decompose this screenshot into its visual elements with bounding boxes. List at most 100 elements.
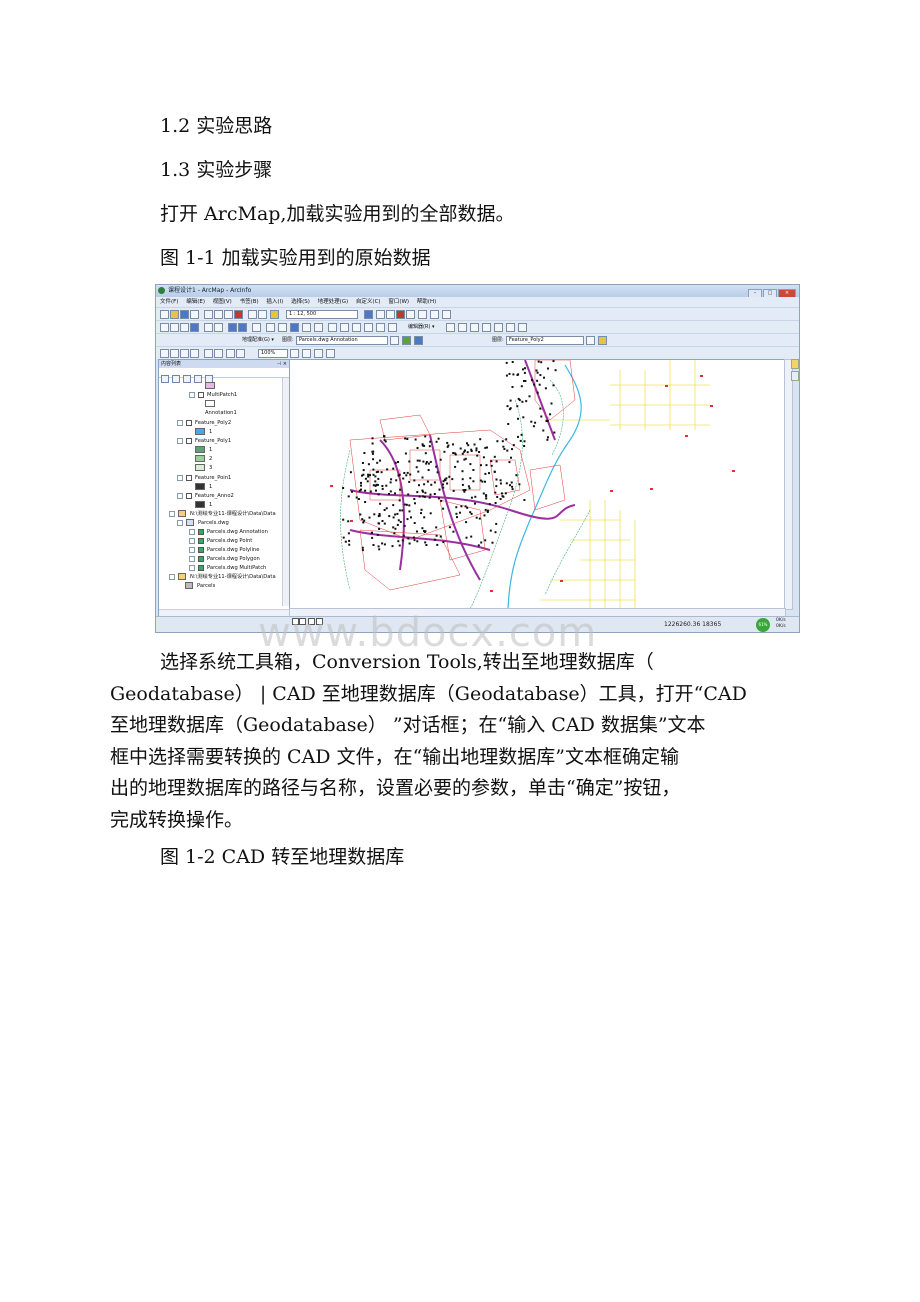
zoom-in-icon[interactable] xyxy=(160,323,169,332)
toc-layer-row[interactable]: Parcels.dwg Annotation xyxy=(189,528,268,537)
collapse-icon[interactable] xyxy=(177,419,183,426)
visibility-checkbox[interactable] xyxy=(198,546,204,553)
visibility-checkbox[interactable] xyxy=(198,528,204,535)
menu-file[interactable]: 文件(F) xyxy=(160,299,178,305)
visibility-checkbox[interactable] xyxy=(186,419,192,426)
toc-layer-row[interactable]: Parcels.dwg Polyline xyxy=(189,546,259,555)
toc-dwg-row[interactable]: Parcels.dwg xyxy=(177,519,229,528)
open-icon[interactable] xyxy=(170,310,179,319)
toc-layer-row[interactable]: Feature_Poly2 xyxy=(177,419,231,428)
model-builder-icon[interactable] xyxy=(430,310,439,319)
toc-folder-row[interactable]: N:\测绘专业11-课程设计\Data\Data xyxy=(169,510,276,519)
scale-input[interactable]: 1 : 12, 500 xyxy=(286,310,358,319)
go-forward-extent-icon[interactable] xyxy=(236,349,245,358)
toc-pin-icon[interactable]: ⊣ xyxy=(277,360,281,368)
visibility-checkbox[interactable] xyxy=(198,555,204,562)
pan-icon[interactable] xyxy=(180,323,189,332)
collapse-icon[interactable] xyxy=(177,492,183,499)
catalog-side-tab[interactable] xyxy=(791,359,799,381)
editor-layer-select[interactable]: Feature_Poly2 xyxy=(506,336,584,345)
redo-icon[interactable] xyxy=(258,310,267,319)
toc-layer-row[interactable]: Feature_Poly1 xyxy=(177,437,231,446)
find-icon[interactable] xyxy=(340,323,349,332)
fixed-zoom-layout-icon[interactable] xyxy=(214,349,223,358)
measure-icon[interactable] xyxy=(328,323,337,332)
menu-geoprocessing[interactable]: 地理处理(G) xyxy=(318,299,349,305)
straight-segment-icon[interactable] xyxy=(458,323,467,332)
visibility-checkbox[interactable] xyxy=(186,437,192,444)
collapse-icon[interactable] xyxy=(169,510,175,517)
topology-icon[interactable] xyxy=(598,336,607,345)
toc-layer-row[interactable]: Feature_Poin1 xyxy=(177,474,231,483)
catalog-tab-icon[interactable] xyxy=(791,359,799,369)
create-viewer-window-icon[interactable] xyxy=(388,323,397,332)
clear-selection-icon[interactable] xyxy=(266,323,275,332)
back-icon[interactable] xyxy=(228,323,237,332)
collapse-icon[interactable] xyxy=(169,573,175,580)
copy-icon[interactable] xyxy=(214,310,223,319)
editor-toolbar-icon[interactable] xyxy=(364,310,373,319)
change-layout-icon[interactable] xyxy=(314,349,323,358)
menu-selection[interactable]: 选择(S) xyxy=(291,299,310,305)
menu-help[interactable]: 帮助(H) xyxy=(417,299,436,305)
toc-table-row[interactable]: Parcels xyxy=(185,582,215,591)
go-to-xy-icon[interactable] xyxy=(364,323,373,332)
fixed-zoom-in-icon[interactable] xyxy=(204,323,213,332)
search-icon[interactable] xyxy=(396,310,405,319)
zoom-100-icon[interactable] xyxy=(204,349,213,358)
toc-sublayer-row[interactable]: Annotation1 xyxy=(205,409,237,418)
toc-close-icon[interactable]: × xyxy=(283,360,287,368)
zoom-whole-page-icon[interactable] xyxy=(190,349,199,358)
collapse-icon[interactable] xyxy=(177,437,183,444)
sketch-properties-icon[interactable] xyxy=(506,323,515,332)
menu-edit[interactable]: 编辑(E) xyxy=(186,299,205,305)
select-elements-icon[interactable] xyxy=(278,323,287,332)
time-slider-icon[interactable] xyxy=(376,323,385,332)
catalog-icon[interactable] xyxy=(386,310,395,319)
add-control-points-icon[interactable] xyxy=(402,336,411,345)
arctoolbox-icon[interactable] xyxy=(406,310,415,319)
select-features-icon[interactable] xyxy=(252,323,261,332)
visibility-checkbox[interactable] xyxy=(198,537,204,544)
menu-insert[interactable]: 插入(I) xyxy=(266,299,283,305)
map-display[interactable] xyxy=(289,359,786,610)
toc-layer-row[interactable]: MultiPatch1 xyxy=(189,391,237,400)
attributes-icon[interactable] xyxy=(494,323,503,332)
collapse-icon[interactable] xyxy=(189,546,195,553)
menu-view[interactable]: 视图(V) xyxy=(213,299,232,305)
hyperlink-icon[interactable] xyxy=(302,323,311,332)
collapse-icon[interactable] xyxy=(189,564,195,571)
create-features-icon[interactable] xyxy=(518,323,527,332)
menu-windows[interactable]: 窗口(W) xyxy=(388,299,409,305)
layout-zoom-in-icon[interactable] xyxy=(160,349,169,358)
collapse-icon[interactable] xyxy=(177,519,183,526)
new-icon[interactable] xyxy=(160,310,169,319)
html-popup-icon[interactable] xyxy=(314,323,323,332)
rotate-tool-icon[interactable] xyxy=(482,323,491,332)
undo-icon[interactable] xyxy=(248,310,257,319)
add-data-icon[interactable] xyxy=(270,310,279,319)
toc-folder-row[interactable]: N:\测绘专业11-课程设计\Data\Data xyxy=(169,573,276,582)
layout-pan-icon[interactable] xyxy=(180,349,189,358)
cut-icon[interactable] xyxy=(204,310,213,319)
help-icon[interactable] xyxy=(442,310,451,319)
print-icon[interactable] xyxy=(190,310,199,319)
collapse-icon[interactable] xyxy=(177,474,183,481)
menu-customize[interactable]: 自定义(C) xyxy=(356,299,381,305)
identify-icon[interactable] xyxy=(290,323,299,332)
find-route-icon[interactable] xyxy=(352,323,361,332)
collapse-icon[interactable] xyxy=(189,555,195,562)
toc-layer-row[interactable]: Parcels.dwg Polygon xyxy=(189,555,260,564)
edit-tool-icon[interactable] xyxy=(446,323,455,332)
layout-zoom-out-icon[interactable] xyxy=(170,349,179,358)
georef-layer-select[interactable]: Parcels.dwg Annotation xyxy=(296,336,388,345)
paste-icon[interactable] xyxy=(224,310,233,319)
visibility-checkbox[interactable] xyxy=(198,391,204,398)
search-tab-icon[interactable] xyxy=(791,371,799,381)
fixed-zoom-out-icon[interactable] xyxy=(214,323,223,332)
forward-icon[interactable] xyxy=(238,323,247,332)
python-icon[interactable] xyxy=(418,310,427,319)
zoom-out-icon[interactable] xyxy=(170,323,179,332)
georeferencing-menu[interactable]: 地理配准(G) ▾ xyxy=(242,334,274,346)
save-icon[interactable] xyxy=(180,310,189,319)
